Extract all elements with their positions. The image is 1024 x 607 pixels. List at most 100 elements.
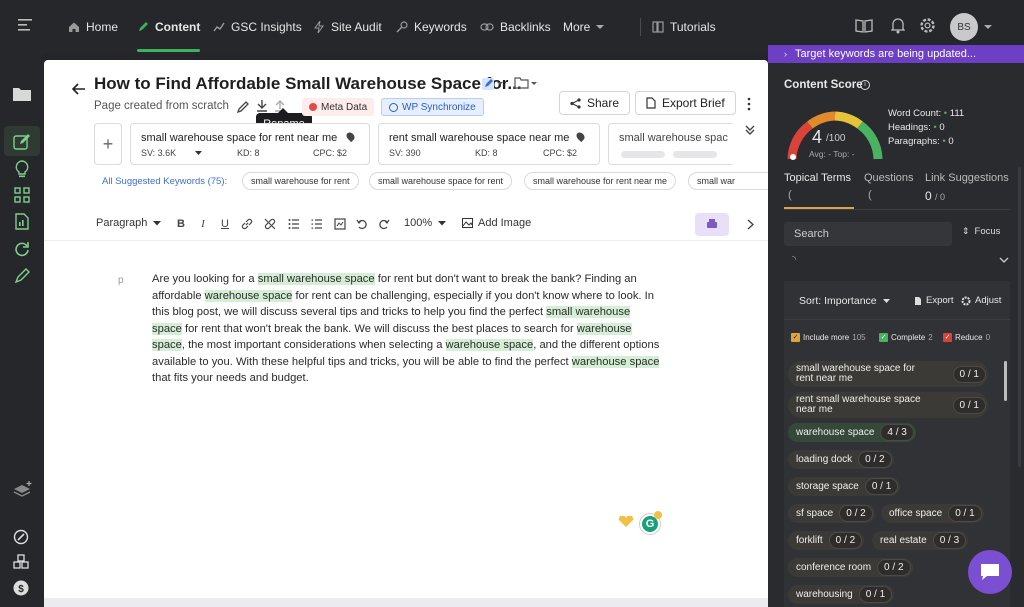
- add-keyword-button[interactable]: +: [94, 123, 122, 165]
- terms-filter-divider: [784, 319, 1010, 320]
- reduce-checkbox[interactable]: ✓ Reduce 0: [943, 333, 990, 342]
- topical-term[interactable]: conference room 0 / 2: [788, 558, 913, 577]
- nav-content[interactable]: Content: [137, 14, 201, 52]
- unlink-icon[interactable]: [264, 218, 276, 230]
- complete-checkbox[interactable]: ✓ Complete 2: [879, 333, 933, 342]
- wp-sync-label: WP Synchronize: [402, 101, 476, 113]
- editor-body[interactable]: Are you looking for a small warehouse sp…: [152, 271, 662, 387]
- topical-term[interactable]: warehousing 0 / 1: [788, 585, 895, 604]
- underline-icon[interactable]: U: [219, 218, 231, 230]
- pen-nib-icon[interactable]: [15, 268, 30, 283]
- keyword-card[interactable]: small warehouse spac: [608, 123, 732, 165]
- search-input[interactable]: Search: [784, 222, 952, 246]
- pencil-icon[interactable]: [237, 100, 250, 113]
- link-suggestion-count: 0 / 0: [925, 189, 946, 203]
- topical-term[interactable]: rent small warehouse space near me 0 / 1: [788, 392, 988, 418]
- ordered-list-icon[interactable]: [288, 218, 300, 230]
- italic-icon[interactable]: I: [197, 218, 209, 230]
- export-button[interactable]: Export: [914, 295, 953, 306]
- topical-term[interactable]: forklift 0 / 2: [788, 531, 865, 550]
- terms-scrollbar[interactable]: [1004, 361, 1007, 401]
- chevron-down-icon[interactable]: [984, 24, 992, 30]
- bullet-list-icon[interactable]: [311, 218, 323, 230]
- sort-select[interactable]: Sort: Importance: [799, 295, 890, 307]
- suggested-keywords-label[interactable]: All Suggested Keywords (75):: [102, 176, 227, 187]
- folder-icon[interactable]: [514, 77, 538, 89]
- nav-tutorials[interactable]: Tutorials: [652, 14, 716, 40]
- zoom-select[interactable]: 100%: [404, 217, 447, 229]
- left-rail: $: [0, 54, 44, 607]
- report-icon[interactable]: [15, 213, 29, 230]
- add-image-button[interactable]: Add Image: [462, 217, 531, 229]
- menu-icon[interactable]: [18, 18, 32, 31]
- more-vertical-icon[interactable]: [747, 97, 751, 111]
- lightbulb-icon[interactable]: [14, 160, 30, 178]
- adjust-button[interactable]: Adjust: [961, 295, 1001, 306]
- dollar-icon[interactable]: $: [13, 580, 29, 596]
- share-button[interactable]: Share: [559, 91, 631, 115]
- include-more-checkbox[interactable]: ✓ Include more 105: [791, 333, 866, 342]
- bold-icon[interactable]: B: [175, 218, 187, 230]
- chevron-down-icon[interactable]: [195, 151, 202, 156]
- topical-term[interactable]: real estate 0 / 3: [872, 531, 969, 550]
- suggested-keyword-chip[interactable]: small war: [688, 172, 768, 190]
- refresh-icon[interactable]: [14, 241, 30, 257]
- nav-keywords[interactable]: Keywords: [396, 14, 467, 40]
- page-title[interactable]: How to Find Affordable Small Warehouse S…: [94, 74, 522, 94]
- wp-synchronize-button[interactable]: WP Synchronize: [381, 98, 484, 116]
- nav-site-audit[interactable]: Site Audit: [313, 14, 382, 40]
- tab-topical-terms[interactable]: Topical Terms: [784, 172, 851, 184]
- meta-data-button[interactable]: Meta Data: [302, 98, 375, 116]
- layers-plus-icon[interactable]: [13, 481, 33, 499]
- back-arrow-icon[interactable]: [72, 83, 86, 95]
- chevron-right-icon[interactable]: [747, 219, 754, 230]
- keyword-card[interactable]: small warehouse space for rent near me S…: [130, 123, 370, 165]
- undo-icon[interactable]: [356, 218, 368, 230]
- score-max: /100: [826, 133, 846, 144]
- topical-term[interactable]: storage space 0 / 1: [788, 477, 901, 496]
- suggested-keyword-chip[interactable]: small warehouse for rent: [242, 172, 359, 190]
- focus-button[interactable]: ⇕ Focus: [962, 226, 1000, 237]
- horizontal-scrollbar[interactable]: [44, 598, 768, 607]
- export-brief-button[interactable]: Export Brief: [635, 91, 736, 115]
- chat-button[interactable]: [968, 550, 1012, 594]
- book-open-icon[interactable]: [855, 18, 873, 34]
- suggested-keyword-chip[interactable]: small warehouse for rent near me: [524, 172, 677, 190]
- tab-link-suggestions[interactable]: Link Suggestions: [925, 172, 1009, 184]
- topical-term[interactable]: office space 0 / 1: [881, 504, 984, 523]
- topical-term[interactable]: small warehouse space for rent near me 0…: [788, 361, 988, 387]
- image-block-icon[interactable]: [334, 218, 346, 230]
- ai-assist-button[interactable]: [695, 213, 729, 236]
- chevron-down-icon[interactable]: [999, 257, 1009, 263]
- topical-term[interactable]: sf space 0 / 2: [788, 504, 875, 523]
- suggested-keyword-chip[interactable]: small warehouse space for rent: [369, 172, 513, 190]
- keyword-cpc: CPC: $2: [313, 148, 348, 158]
- paragraph-select[interactable]: Paragraph: [96, 217, 162, 229]
- gear-icon[interactable]: [919, 17, 936, 34]
- folder-icon[interactable]: [12, 86, 32, 102]
- nav-more[interactable]: More: [563, 14, 605, 40]
- rocket-icon[interactable]: [13, 529, 29, 545]
- info-icon[interactable]: i: [860, 80, 870, 90]
- loading-skeleton: [673, 151, 717, 158]
- topical-term[interactable]: warehouse space 4 / 3: [788, 423, 916, 442]
- link-icon[interactable]: [241, 218, 253, 230]
- edit-title-icon[interactable]: [482, 77, 504, 91]
- chevrons-down-icon[interactable]: [744, 124, 756, 136]
- cubes-icon[interactable]: [13, 554, 30, 570]
- avatar[interactable]: BS: [950, 13, 978, 41]
- sort-label: Sort: Importance: [799, 295, 877, 307]
- bell-icon[interactable]: [891, 17, 905, 34]
- download-icon[interactable]: [256, 99, 268, 113]
- edit-icon[interactable]: [13, 133, 31, 151]
- nav-backlinks[interactable]: Backlinks: [480, 14, 551, 40]
- topical-term[interactable]: loading dock 0 / 2: [788, 450, 894, 469]
- panel-scrollbar[interactable]: [1018, 167, 1021, 467]
- tab-questions[interactable]: Questions: [864, 172, 914, 184]
- redo-icon[interactable]: [378, 218, 390, 230]
- apps-grid-icon[interactable]: [14, 187, 30, 203]
- heart-hands-icon[interactable]: [618, 516, 634, 528]
- keyword-card[interactable]: rent small warehouse space near me SV: 3…: [378, 123, 600, 165]
- nav-home[interactable]: Home: [68, 14, 118, 40]
- nav-gsc-insights[interactable]: GSC Insights: [213, 14, 302, 40]
